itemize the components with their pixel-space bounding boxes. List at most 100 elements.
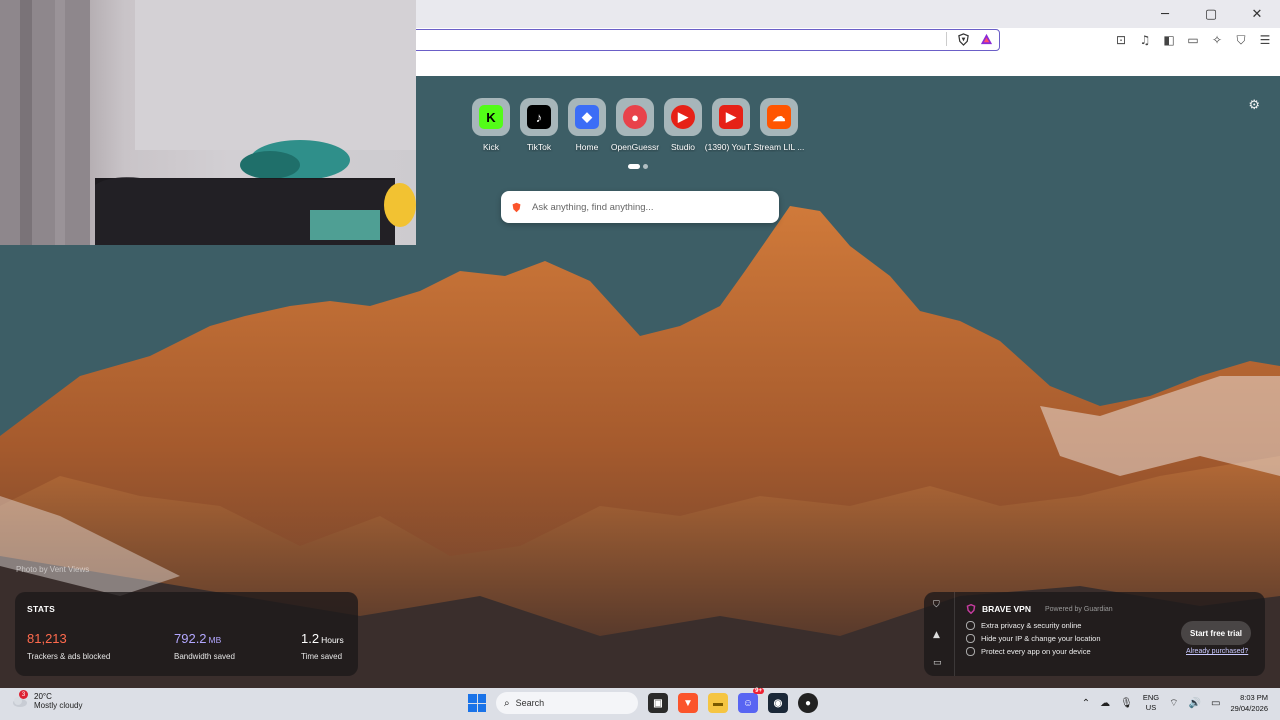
vpn-feature: Extra privacy & security online [966,621,1081,630]
bandwidth-value: 792.2 [174,631,207,646]
chevron-up-icon[interactable]: ⌃ [1082,698,1090,709]
stats-title: STATS [27,604,56,614]
toolbar-right-icons: ⊡ ♫ ◧ ▭ ✧ ⛉ ☰ [1114,30,1272,50]
top-sites: K Kick ♪ TikTok ◆ Home ● OpenGuessr ▶ St… [472,98,804,152]
stat-bandwidth: 792.2 MB Bandwidth saved [174,630,235,661]
vpn-feature-text: Protect every app on your device [981,647,1091,656]
roblox-icon: ◆ [575,105,599,129]
check-circle-icon [966,647,975,656]
brave-vpn-widget: ⛉ ▲ ▭ BRAVE VPN Powered by Guardian Extr… [924,592,1265,676]
minimize-button[interactable]: ─ [1142,0,1188,28]
brave-rewards-icon[interactable] [980,33,993,46]
taskbar-search[interactable]: ⌕ Search [496,692,638,714]
tab-search-icon[interactable]: ⊡ [1114,33,1128,47]
stat-time: 1.2 Hours Time saved [301,630,344,661]
volume-icon[interactable]: 🔊 [1189,698,1201,709]
youtube-icon: ▶ [719,105,743,129]
top-sites-pager [628,164,648,169]
steam-icon[interactable]: ◉ [768,693,788,713]
clock-date: 29/04/2026 [1230,704,1268,713]
windows-start-icon[interactable] [468,694,486,712]
windows-taskbar: 3 20°C Mostly cloudy ⌕ Search ▣ ▼ ▬ ☺ 9+… [0,688,1280,720]
vpn-feature-text: Hide your IP & change your location [981,634,1101,643]
cloud-sync-icon[interactable]: ☁ [1100,698,1110,709]
weather-widget[interactable]: 3 20°C Mostly cloudy [12,690,83,710]
search-icon: ⌕ [504,697,510,709]
lang-bottom: US [1145,703,1157,712]
clock[interactable]: 8:03 PM 29/04/2026 [1230,692,1268,714]
time-value: 1.2 [301,631,320,646]
photo-credit[interactable]: Photo by Vent Views [16,565,89,574]
discord-badge: 9+ [753,688,764,694]
time-unit: Hours [321,635,344,645]
vpn-header: BRAVE VPN Powered by Guardian [966,604,1113,614]
taskbar-center: ⌕ Search ▣ ▼ ▬ ☺ 9+ ◉ ● [468,688,818,714]
leo-ai-icon[interactable]: ✧ [1210,33,1224,47]
ntp-search-box[interactable]: Ask anything, find anything... [501,191,779,223]
clock-time: 8:03 PM [1240,693,1268,702]
tiktok-icon: ♪ [527,105,551,129]
search-placeholder: Ask anything, find anything... [532,201,654,213]
wallet-icon[interactable]: ▭ [1186,33,1200,47]
obs-studio-icon[interactable]: ● [798,693,818,713]
vpn-title: BRAVE VPN [982,604,1031,614]
top-site-tile[interactable]: ☁ Stream LIL ... [754,98,804,152]
check-circle-icon [966,634,975,643]
trackers-count: 81,213 [27,631,67,646]
weather-desc: Mostly cloudy [34,701,83,710]
window-controls: ─ ▢ ✕ [1142,0,1280,28]
sidebar-icon[interactable]: ◧ [1162,33,1176,47]
webcam-feed-image [0,0,416,245]
time-label: Time saved [301,652,343,661]
url-separator [946,32,947,46]
bandwidth-label: Bandwidth saved [174,652,235,661]
bandwidth-unit: MB [208,635,222,645]
rewards-triangle-icon[interactable]: ▲ [933,630,940,640]
address-bar[interactable] [404,29,1000,51]
kick-icon: K [479,105,503,129]
talk-camera-icon[interactable]: ▭ [933,658,942,668]
cloudy-weather-icon: 3 [12,690,28,709]
widget-switcher: ⛉ ▲ ▭ [924,592,955,676]
trackers-label: Trackers & ads blocked [27,652,111,661]
vpn-feature: Protect every app on your device [966,647,1091,656]
file-explorer-icon[interactable]: ▬ [708,693,728,713]
discord-icon[interactable]: ☺ 9+ [738,688,764,713]
vpn-feature: Hide your IP & change your location [966,634,1101,643]
taskbar-search-label: Search [515,698,545,708]
start-free-trial-button[interactable]: Start free trial [1181,621,1251,645]
vpn-powered-by: Powered by Guardian [1044,605,1113,613]
brave-browser-icon[interactable]: ▼ [678,693,698,713]
task-view-icon[interactable]: ▣ [648,693,668,713]
weather-badge: 3 [19,690,28,699]
microphone-icon[interactable]: 🎙 [1120,698,1133,709]
close-button[interactable]: ✕ [1234,0,1280,28]
weather-temp: 20°C [34,692,52,701]
vpn-feature-text: Extra privacy & security online [981,621,1082,630]
top-site-label: Stream LIL ... [753,142,805,152]
brave-search-icon [512,202,521,212]
vpn-shield-icon[interactable]: ⛉ [933,600,940,610]
stat-trackers: 81,213 Trackers & ads blocked [27,630,110,661]
pager-dot-active[interactable] [628,164,640,169]
media-icon[interactable]: ♫ [1138,33,1152,47]
vpn-logo-icon [966,604,976,614]
battery-icon[interactable]: ▭ [1211,698,1220,709]
lang-top: ENG [1142,693,1160,702]
stats-widget: STATS 81,213 Trackers & ads blocked 792.… [15,592,358,676]
settings-gear-icon[interactable]: ⚙ [1248,98,1260,113]
youtube-studio-icon: ▶ [671,105,695,129]
already-purchased-link[interactable]: Already purchased? [1186,648,1248,655]
openguessr-icon: ● [623,105,647,129]
webcam-overlay [0,0,416,245]
system-tray: ⌃ ☁ 🎙 ENG US ⌔ 🔊 ▭ 8:03 PM 29/04/2026 [1082,692,1268,714]
wifi-icon[interactable]: ⌔ [1169,697,1178,710]
vpn-icon[interactable]: ⛉ [1234,33,1248,47]
check-circle-icon [966,621,975,630]
maximize-button[interactable]: ▢ [1188,0,1234,28]
language-indicator[interactable]: ENG US [1143,693,1159,713]
brave-shields-icon[interactable] [957,32,970,46]
soundcloud-icon: ☁ [767,105,791,129]
pager-dot[interactable] [643,164,648,169]
menu-icon[interactable]: ☰ [1258,33,1272,47]
